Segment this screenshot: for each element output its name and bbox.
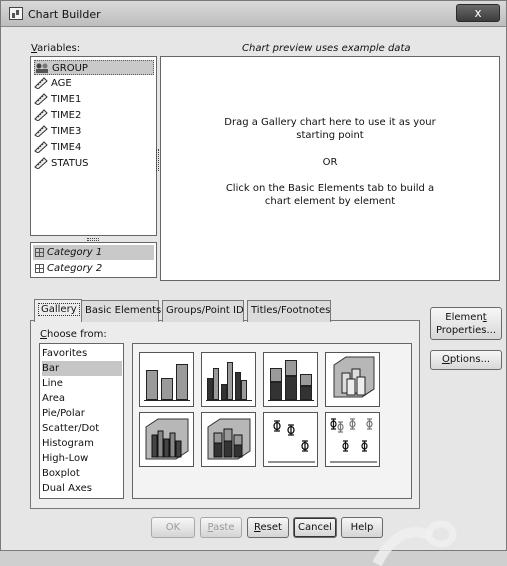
simple-bar-chart-icon[interactable] bbox=[139, 352, 194, 407]
tab-groups-point-id[interactable]: Groups/Point ID bbox=[162, 300, 244, 322]
variable-item-time1[interactable]: TIME1 bbox=[34, 92, 154, 107]
variable-item-status[interactable]: STATUS bbox=[34, 156, 154, 171]
preview-instruction-line2: starting point bbox=[296, 130, 364, 141]
variable-item-label: STATUS bbox=[51, 158, 89, 169]
variable-item-label: TIME1 bbox=[51, 94, 82, 105]
expand-plus-icon bbox=[35, 263, 44, 273]
gallery-item-boxplot[interactable]: Boxplot bbox=[42, 466, 122, 481]
scale-ruler-icon bbox=[34, 93, 48, 106]
chart-preview-canvas[interactable]: Drag a Gallery chart here to use it as y… bbox=[160, 56, 500, 281]
variable-item-time4[interactable]: TIME4 bbox=[34, 140, 154, 155]
gallery-item-scatter-dot[interactable]: Scatter/Dot bbox=[42, 421, 122, 436]
tab-titles-footnotes[interactable]: Titles/Footnotes bbox=[247, 300, 331, 322]
tab-basic-elements[interactable]: Basic Elements bbox=[81, 300, 161, 322]
categories-list[interactable]: Category 1 Category 2 bbox=[30, 242, 157, 278]
scale-ruler-icon bbox=[34, 109, 48, 122]
scale-ruler-icon bbox=[34, 157, 48, 170]
category-item-1[interactable]: Category 1 bbox=[33, 245, 154, 260]
preview-or-text: OR bbox=[322, 157, 338, 168]
reset-button[interactable]: Reset bbox=[247, 517, 289, 538]
panel-splitter-handle[interactable] bbox=[156, 149, 159, 171]
expand-plus-icon bbox=[35, 247, 44, 257]
gallery-item-favorites[interactable]: Favorites bbox=[42, 346, 122, 361]
preview-instruction-line4: chart element by element bbox=[264, 196, 396, 207]
variable-item-time3[interactable]: TIME3 bbox=[34, 124, 154, 139]
clustered-error-bar-icon[interactable] bbox=[325, 412, 380, 467]
variable-item-age[interactable]: AGE bbox=[34, 76, 154, 91]
preview-header: Chart preview uses example data bbox=[242, 43, 411, 54]
element-properties-button[interactable]: Element Properties... bbox=[430, 307, 502, 340]
watermark-graphic bbox=[372, 520, 457, 566]
variable-item-time2[interactable]: TIME2 bbox=[34, 108, 154, 123]
gallery-item-histogram[interactable]: Histogram bbox=[42, 436, 122, 451]
variable-item-label: TIME2 bbox=[51, 110, 82, 121]
preview-instruction-line3: Click on the Basic Elements tab to build… bbox=[225, 183, 435, 194]
close-button[interactable]: x bbox=[456, 4, 500, 22]
variables-list[interactable]: GROUP AGE TIME1 TIME2 TIME3 TIME4 STATUS bbox=[30, 56, 157, 236]
element-properties-label-line1: Element bbox=[445, 312, 487, 323]
variable-item-label: GROUP bbox=[52, 63, 88, 74]
title-bar[interactable]: Chart Builder x bbox=[1, 1, 506, 27]
chart-builder-app-icon bbox=[9, 7, 23, 20]
chart-builder-window: Chart Builder x Variables: Chart preview… bbox=[0, 0, 507, 566]
cancel-button[interactable]: Cancel bbox=[293, 517, 337, 538]
paste-button[interactable]: Paste bbox=[200, 517, 242, 538]
gallery-item-bar[interactable]: Bar bbox=[42, 361, 122, 376]
gallery-item-line[interactable]: Line bbox=[42, 376, 122, 391]
preview-instruction-line1: Drag a Gallery chart here to use it as y… bbox=[224, 117, 436, 128]
clustered-bar-chart-icon[interactable] bbox=[201, 352, 256, 407]
window-title: Chart Builder bbox=[28, 8, 101, 21]
gallery-chart-type-list[interactable]: Favorites Bar Line Area Pie/Polar Scatte… bbox=[39, 343, 124, 499]
variables-label: Variables: bbox=[31, 43, 81, 54]
tab-gallery[interactable]: Gallery bbox=[34, 299, 82, 322]
category-label: Category 1 bbox=[47, 247, 103, 258]
category-label: Category 2 bbox=[47, 263, 103, 274]
list-splitter-handle[interactable] bbox=[87, 238, 99, 241]
gallery-item-area[interactable]: Area bbox=[42, 391, 122, 406]
gallery-thumbnails-area bbox=[132, 343, 412, 499]
scale-ruler-icon bbox=[34, 77, 48, 90]
variable-item-group[interactable]: GROUP bbox=[34, 60, 154, 75]
3d-simple-bar-icon[interactable] bbox=[325, 352, 380, 407]
variable-item-label: TIME3 bbox=[51, 126, 82, 137]
gallery-item-dual-axes[interactable]: Dual Axes bbox=[42, 481, 122, 496]
category-item-2[interactable]: Category 2 bbox=[33, 261, 154, 276]
element-properties-label-line2: Properties... bbox=[435, 325, 497, 336]
3d-clustered-bar-icon[interactable] bbox=[139, 412, 194, 467]
choose-from-label: Choose from: bbox=[40, 329, 107, 340]
3d-stacked-bar-icon[interactable] bbox=[201, 412, 256, 467]
scale-ruler-icon bbox=[34, 125, 48, 138]
scale-ruler-icon bbox=[34, 141, 48, 154]
ok-button[interactable]: OK bbox=[151, 517, 195, 538]
variable-item-label: TIME4 bbox=[51, 142, 82, 153]
gallery-item-pie-polar[interactable]: Pie/Polar bbox=[42, 406, 122, 421]
gallery-item-high-low[interactable]: High-Low bbox=[42, 451, 122, 466]
nominal-icon bbox=[35, 62, 49, 74]
stacked-bar-chart-icon[interactable] bbox=[263, 352, 318, 407]
options-button[interactable]: Options... bbox=[430, 350, 502, 370]
error-bar-icon[interactable] bbox=[263, 412, 318, 467]
tab-gallery-label: Gallery bbox=[38, 303, 80, 316]
variable-item-label: AGE bbox=[51, 78, 72, 89]
